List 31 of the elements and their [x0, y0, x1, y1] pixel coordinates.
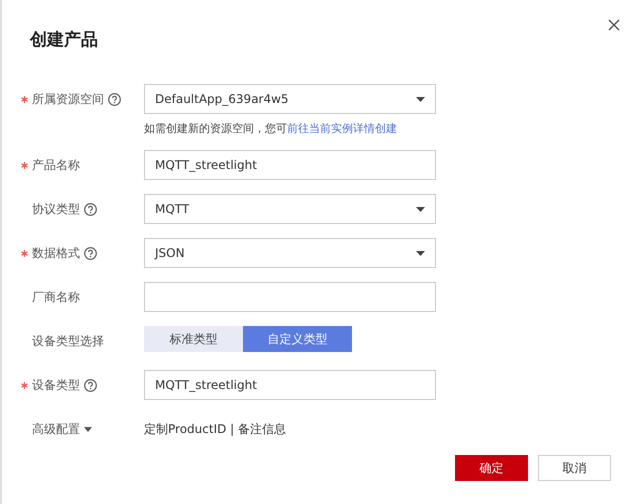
select-field[interactable]: JSON	[144, 238, 436, 268]
type-option[interactable]: 自定义类型	[243, 326, 352, 352]
type-option[interactable]: 标准类型	[144, 326, 243, 352]
field-label: 产品名称	[32, 156, 80, 174]
caret-icon[interactable]	[84, 426, 92, 432]
instance-detail-link[interactable]: 前往当前实例详情创建	[287, 122, 397, 135]
field-label: 设备类型	[32, 376, 80, 394]
cancel-button[interactable]: 取消	[538, 455, 611, 481]
caret-icon	[416, 96, 425, 102]
help-icon[interactable]	[84, 202, 97, 216]
close-icon[interactable]	[608, 19, 620, 31]
input-field[interactable]: MQTT_streetlight	[144, 370, 436, 400]
help-icon[interactable]	[108, 92, 121, 106]
field-label: 高级配置	[32, 420, 80, 438]
field-label: 设备类型选择	[32, 332, 104, 350]
hint-text: 如需创建新的资源空间，您可前往当前实例详情创建	[144, 121, 398, 136]
field-label: 所属资源空间	[32, 90, 104, 108]
input-field[interactable]	[144, 282, 436, 312]
field-label: 数据格式	[32, 244, 80, 262]
select-field[interactable]: MQTT	[144, 194, 436, 224]
caret-icon	[416, 250, 425, 256]
confirm-button[interactable]: 确定	[455, 455, 528, 481]
field-label: 协议类型	[32, 200, 80, 218]
advanced-options-text[interactable]: 定制ProductID | 备注信息	[144, 422, 286, 436]
help-icon[interactable]	[84, 378, 97, 392]
help-icon[interactable]	[84, 246, 97, 260]
dialog-title: 创建产品	[30, 29, 98, 51]
select-field[interactable]: DefaultApp_639ar4w5	[144, 84, 436, 114]
input-field[interactable]: MQTT_streetlight	[144, 150, 436, 180]
caret-icon	[416, 206, 425, 212]
field-label: 厂商名称	[32, 288, 80, 306]
